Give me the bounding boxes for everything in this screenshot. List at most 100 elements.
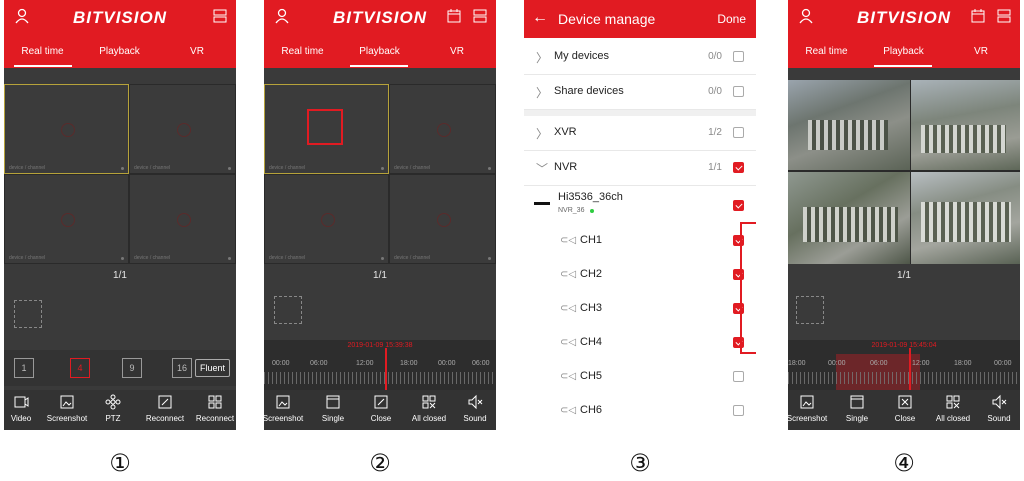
video-feed[interactable] [788,172,910,264]
cell-label: device / channel [394,165,431,171]
tab-realtime[interactable]: Real time [264,46,341,57]
video-cell[interactable]: device / channel [4,84,129,174]
group-row[interactable]: 〉 My devices 0/0 [524,40,756,75]
video-cell[interactable]: device / channel [129,84,236,174]
checkbox[interactable] [733,86,744,97]
channel-row[interactable]: ⊂◁ CH2 [524,258,756,293]
screen-playback: BITVISION Real time Playback VR device /… [264,0,496,430]
timeline-tick: 00:00 [828,360,846,367]
single-window-icon [326,395,340,409]
camera-icon: ⊂◁ [560,371,577,382]
video-cell[interactable]: device / channel [4,174,129,264]
video-button[interactable]: Video [4,394,44,423]
channel-row[interactable]: ⊂◁ CH1 [524,224,756,259]
ptz-button[interactable]: PTZ [90,394,136,423]
channel-row[interactable]: ⊂◁ CH6 [524,394,756,428]
image-icon [800,395,814,409]
screen-device-manage: ← Device manage Done 〉 My devices 0/0 〉 … [524,0,756,430]
reconnect-all-icon [208,395,222,409]
calendar-icon[interactable] [446,8,462,24]
timeline[interactable]: 2019-01-09 15:39:38 00:00 06:00 12:00 18… [264,340,496,390]
reconnect-all-button[interactable]: Reconnect [192,394,236,423]
device-manage-header: ← Device manage Done [524,0,756,38]
checkbox[interactable] [733,200,744,211]
layout-1-button[interactable]: 1 [14,358,34,378]
folder-icon[interactable] [14,300,42,328]
close-button[interactable]: Close [358,394,404,423]
step-label-2: ② [369,449,391,477]
screenshot-button[interactable]: Screenshot [44,394,90,423]
type-row[interactable]: ﹀ NVR 1/1 [524,151,756,186]
screenshot-button[interactable]: Screenshot [788,394,830,423]
device-list-icon[interactable] [472,8,488,24]
video-feed[interactable] [911,80,1020,170]
tab-underline [350,65,408,67]
video-feed[interactable] [911,172,1020,264]
timeline-tick: 06:00 [310,360,328,367]
ptz-icon [105,394,121,410]
channel-row[interactable]: ⊂◁ CH4 [524,326,756,361]
cell-label: device / channel [9,165,46,171]
single-button[interactable]: Single [310,394,356,423]
all-closed-button[interactable]: All closed [406,394,452,423]
checkbox[interactable] [733,162,744,173]
folder-icon[interactable] [274,296,302,324]
device-row[interactable]: Hi3536_36ch NVR_36 [524,186,756,225]
checkbox[interactable] [733,371,744,382]
single-button[interactable]: Single [834,394,880,423]
tab-vr[interactable]: VR [942,46,1020,57]
timeline[interactable]: 2019-01-09 15:45:04 18:00 00:00 06:00 12… [788,340,1020,390]
brand-logo: BITVISION [72,8,167,27]
screenshot-button[interactable]: Screenshot [264,394,306,423]
tab-realtime[interactable]: Real time [788,46,865,57]
cell-label: device / channel [394,255,431,261]
type-row[interactable]: 〉 XVR 1/2 [524,116,756,151]
tab-realtime[interactable]: Real time [4,46,81,57]
done-button[interactable]: Done [717,12,746,26]
timeline-tick: 18:00 [788,360,806,367]
tab-playback[interactable]: Playback [81,46,158,57]
checkbox[interactable] [733,127,744,138]
tab-vr[interactable]: VR [418,46,496,57]
layout-9-button[interactable]: 9 [122,358,142,378]
calendar-icon[interactable] [970,8,986,24]
camera-placeholder-icon [436,213,451,227]
layout-4-button[interactable]: 4 [70,358,90,378]
tab-vr[interactable]: VR [158,46,236,57]
checkbox[interactable] [733,51,744,62]
back-arrow-icon[interactable]: ← [532,9,548,27]
channel-row[interactable]: ⊂◁ CH3 [524,292,756,327]
sound-button[interactable]: Sound [452,394,496,423]
timeline-tick: 12:00 [356,360,374,367]
video-feed[interactable] [788,80,910,170]
quality-button[interactable]: Fluent [194,359,230,377]
camera-placeholder-icon [436,123,451,137]
video-cell[interactable]: device / channel [129,174,236,264]
device-list-icon[interactable] [212,8,228,24]
close-window-icon [374,395,388,409]
timeline-cursor [909,348,911,390]
video-cell[interactable]: device / channel [264,174,389,264]
tab-playback[interactable]: Playback [865,46,942,57]
tab-playback[interactable]: Playback [341,46,418,57]
all-closed-button[interactable]: All closed [930,394,976,423]
video-cell[interactable]: device / channel [264,84,389,174]
layout-16-button[interactable]: 16 [172,358,192,378]
video-cell[interactable]: device / channel [389,174,496,264]
folder-icon[interactable] [796,296,824,324]
reconnect-button[interactable]: Reconnect [142,394,188,423]
sound-button[interactable]: Sound [976,394,1020,423]
device-list-icon[interactable] [996,8,1012,24]
timeline-tick: 18:00 [954,360,972,367]
video-icon [14,396,29,408]
video-cell[interactable]: device / channel [389,84,496,174]
collapse-icon[interactable] [534,202,550,205]
close-button[interactable]: Close [882,394,928,423]
checkbox[interactable] [733,405,744,416]
layout-selector: 1 4 9 16 Fluent [4,350,236,386]
step-label-4: ④ [893,449,915,477]
channel-row[interactable]: ⊂◁ CH5 [524,360,756,395]
cell-label: device / channel [269,165,306,171]
app-header: BITVISION Real time Playback VR [788,0,1020,68]
group-row[interactable]: 〉 Share devices 0/0 [524,75,756,110]
